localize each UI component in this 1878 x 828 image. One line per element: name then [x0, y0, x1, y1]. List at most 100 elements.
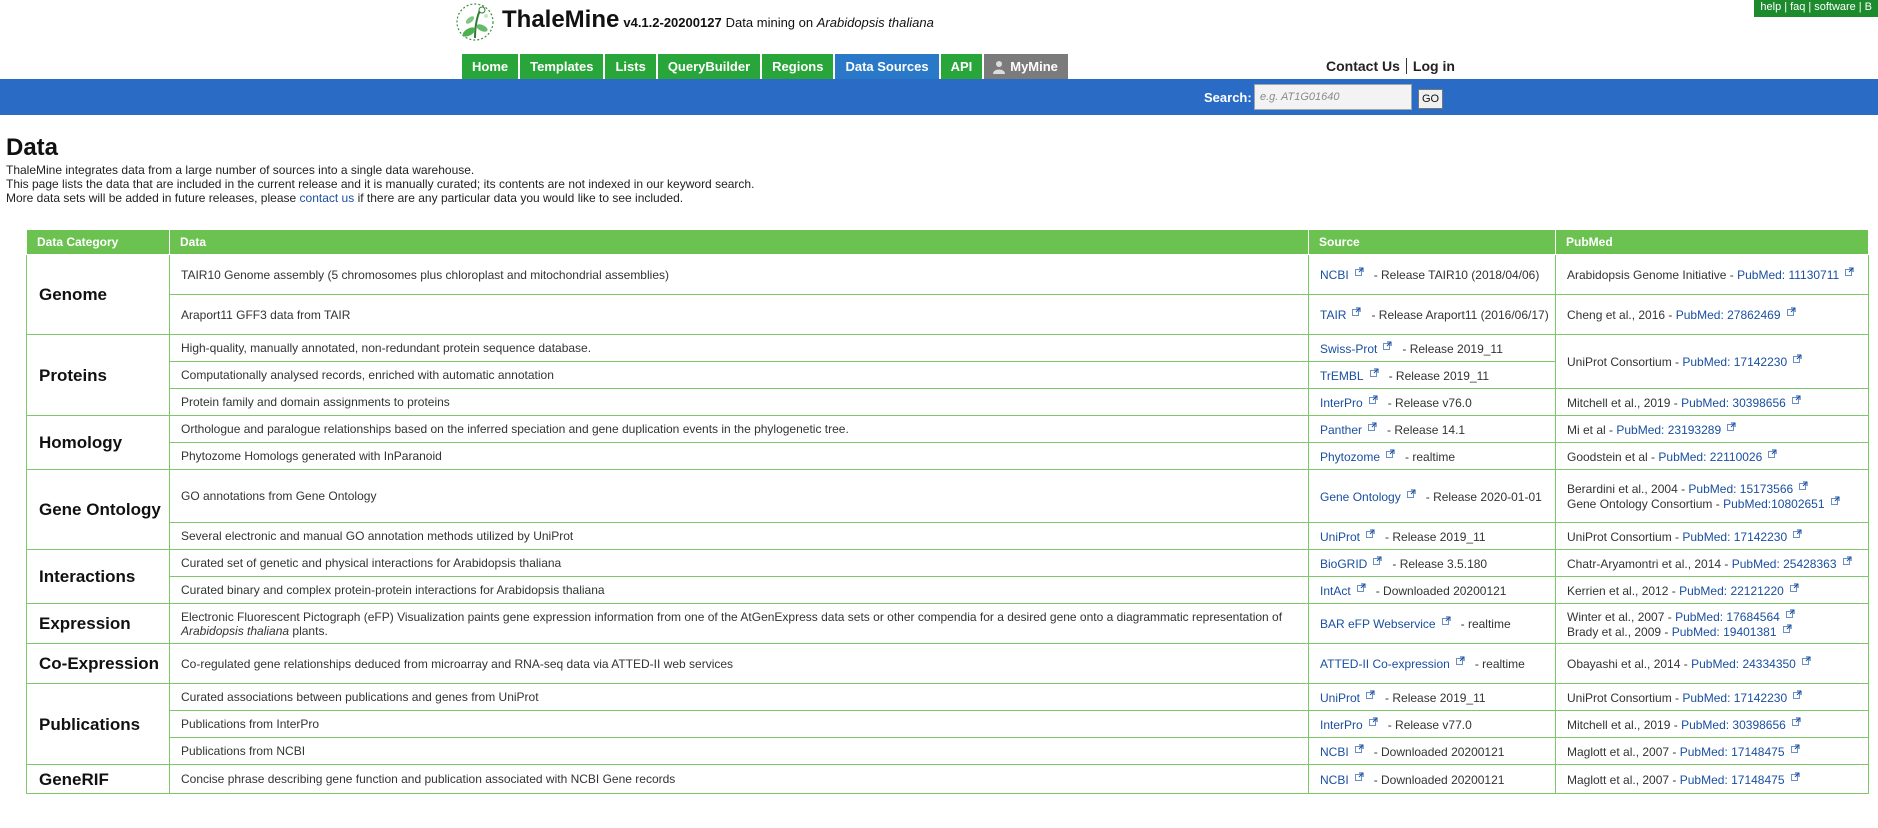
tab-lists[interactable]: Lists — [605, 54, 656, 79]
source-link[interactable]: BAR eFP Webservice — [1320, 617, 1436, 631]
pubmed-link[interactable]: PubMed: 17148475 — [1680, 745, 1785, 759]
pubmed-link[interactable]: PubMed: 11130711 — [1737, 268, 1839, 282]
source-release: - Release 2019_11 — [1388, 368, 1490, 383]
external-link-icon — [1354, 267, 1364, 276]
tab-mymine[interactable]: MyMine — [984, 54, 1068, 79]
search-input[interactable] — [1254, 84, 1412, 110]
pubmed-link[interactable]: PubMed: 19401381 — [1672, 625, 1777, 639]
pubmed-link[interactable]: PubMed: 22110026 — [1658, 450, 1762, 464]
source-link[interactable]: NCBI — [1320, 773, 1349, 787]
pubmed-link[interactable]: PubMed: 22121220 — [1679, 584, 1784, 598]
data-species: Arabidopsis thaliana — [181, 623, 290, 638]
tab-api[interactable]: API — [940, 54, 983, 79]
data-description: GO annotations from Gene Ontology — [181, 489, 377, 503]
software-link[interactable]: software — [1814, 1, 1856, 13]
source-link[interactable]: NCBI — [1320, 745, 1349, 759]
faq-link[interactable]: faq — [1790, 1, 1805, 13]
pubmed-link[interactable]: PubMed: 17684564 — [1675, 610, 1780, 624]
source-link[interactable]: UniProt — [1320, 530, 1360, 544]
tab-templates[interactable]: Templates — [520, 54, 604, 79]
intro-line-1: ThaleMine integrates data from a large n… — [6, 163, 475, 177]
tab-home[interactable]: Home — [462, 54, 519, 79]
category-cell: Co-Expression — [26, 643, 170, 684]
data-cell: Curated set of genetic and physical inte… — [169, 549, 1309, 577]
help-link[interactable]: help — [1760, 1, 1781, 13]
go-button[interactable]: GO — [1418, 89, 1443, 109]
search-bar: Search: GO — [0, 79, 1878, 115]
source-link[interactable]: BioGRID — [1320, 557, 1367, 571]
external-link-icon — [1441, 616, 1451, 625]
source-release: - Release v77.0 — [1387, 717, 1472, 732]
site-name[interactable]: ThaleMine — [502, 6, 619, 33]
pubmed-citation: Kerrien et al., 2012 - — [1567, 583, 1676, 598]
pubmed-link[interactable]: PubMed: 25428363 — [1732, 557, 1837, 571]
data-description: High-quality, manually annotated, non-re… — [181, 341, 592, 355]
data-cell: Protein family and domain assignments to… — [169, 388, 1309, 416]
source-link[interactable]: Swiss-Prot — [1320, 342, 1377, 356]
pubmed-link[interactable]: PubMed: 17142230 — [1682, 355, 1787, 369]
contact-us-inline-link[interactable]: contact us — [300, 191, 355, 205]
pubmed-link[interactable]: PubMed: 30398656 — [1681, 396, 1786, 410]
pubmed-citation: UniProt Consortium - — [1567, 690, 1680, 705]
source-link[interactable]: NCBI — [1320, 268, 1349, 282]
external-link-icon — [1368, 717, 1378, 726]
source-link[interactable]: IntAct — [1320, 584, 1351, 598]
pubmed-link[interactable]: PubMed: 17142230 — [1682, 530, 1787, 544]
external-link-icon — [1799, 481, 1808, 490]
table-header-row: Data Category Data Source PubMed — [26, 229, 1869, 255]
pubmed-link[interactable]: PubMed: 15173566 — [1688, 482, 1793, 496]
tab-regions[interactable]: Regions — [762, 54, 834, 79]
data-cell: Publications from InterPro — [169, 710, 1309, 738]
category-cell: Genome — [26, 254, 170, 335]
thalemine-logo-icon[interactable] — [455, 2, 495, 42]
source-link[interactable]: ATTED-II Co-expression — [1320, 657, 1450, 671]
data-description: Orthologue and paralogue relationships b… — [181, 422, 849, 436]
table-row: Araport11 GFF3 data from TAIR TAIR - Rele… — [27, 294, 1869, 335]
pubmed-cell: UniProt Consortium - PubMed: 17142230 — [1555, 522, 1869, 550]
source-cell: ATTED-II Co-expression - realtime — [1308, 643, 1556, 684]
source-link[interactable]: TAIR — [1320, 308, 1346, 322]
pubmed-link[interactable]: PubMed: 23193289 — [1616, 423, 1721, 437]
pubmed-citation: Obayashi et al., 2014 - — [1567, 657, 1688, 671]
data-description: Concise phrase describing gene function … — [181, 772, 676, 786]
external-link-icon — [1455, 656, 1465, 665]
table-row: Proteins High-quality, manually annotated… — [26, 334, 1869, 416]
source-release: - Release TAIR10 (2018/04/06) — [1373, 268, 1540, 282]
source-link[interactable]: Phytozome — [1320, 450, 1380, 464]
external-link-icon — [1368, 395, 1378, 404]
data-cell: Co-regulated gene relationships deduced … — [169, 643, 1309, 684]
data-description: Phytozome Homologs generated with InPara… — [181, 449, 442, 463]
data-cell: High-quality, manually annotated, non-re… — [169, 334, 1309, 362]
source-link[interactable]: InterPro — [1320, 718, 1363, 732]
site-tagline: Data mining on Arabidopsis thaliana — [726, 15, 934, 30]
pubmed-link[interactable]: PubMed:10802651 — [1723, 497, 1824, 511]
pubmed-link[interactable]: PubMed: 24334350 — [1691, 657, 1796, 671]
pubmed-citation: Cheng et al., 2016 - — [1567, 308, 1673, 322]
pubmed-link[interactable]: PubMed: 17148475 — [1680, 773, 1785, 787]
source-link[interactable]: TrEMBL — [1320, 369, 1364, 383]
pubmed-cell: Maglott et al., 2007 - PubMed: 17148475 — [1555, 737, 1869, 765]
table-row: Publications Curated associations between… — [26, 683, 1869, 765]
table-row: Gene Ontology GO annotations from Gene On… — [26, 469, 1869, 550]
source-cell: InterPro - Release v76.0 — [1308, 388, 1556, 416]
login-link[interactable]: Log in — [1413, 58, 1455, 74]
source-link[interactable]: Panther — [1320, 423, 1362, 437]
source-cell: Phytozome - realtime — [1308, 442, 1556, 470]
source-link[interactable]: UniProt — [1320, 691, 1360, 705]
source-link[interactable]: Gene Ontology — [1320, 490, 1401, 504]
source-cell: IntAct - Downloaded 20200121 — [1308, 576, 1556, 604]
external-link-icon — [1790, 772, 1800, 781]
tab-data-sources[interactable]: Data Sources — [835, 54, 939, 79]
pubmed-link[interactable]: PubMed: 27862469 — [1676, 308, 1781, 322]
pubmed-link[interactable]: PubMed: 17142230 — [1682, 691, 1787, 705]
category-cell: Interactions — [26, 549, 170, 604]
intro-line-2: This page lists the data that are includ… — [6, 177, 755, 191]
tab-querybuilder[interactable]: QueryBuilder — [657, 54, 761, 79]
source-link[interactable]: InterPro — [1320, 396, 1363, 410]
pubmed-citation: Arabidopsis Genome Initiative - — [1567, 268, 1734, 282]
more-link[interactable]: B — [1865, 1, 1872, 13]
pubmed-cell: Mitchell et al., 2019 - PubMed: 30398656 — [1555, 388, 1869, 416]
contact-us-link[interactable]: Contact Us — [1326, 58, 1400, 74]
table-row: Interactions Curated set of genetic and p… — [26, 549, 1869, 604]
pubmed-link[interactable]: PubMed: 30398656 — [1681, 718, 1786, 732]
